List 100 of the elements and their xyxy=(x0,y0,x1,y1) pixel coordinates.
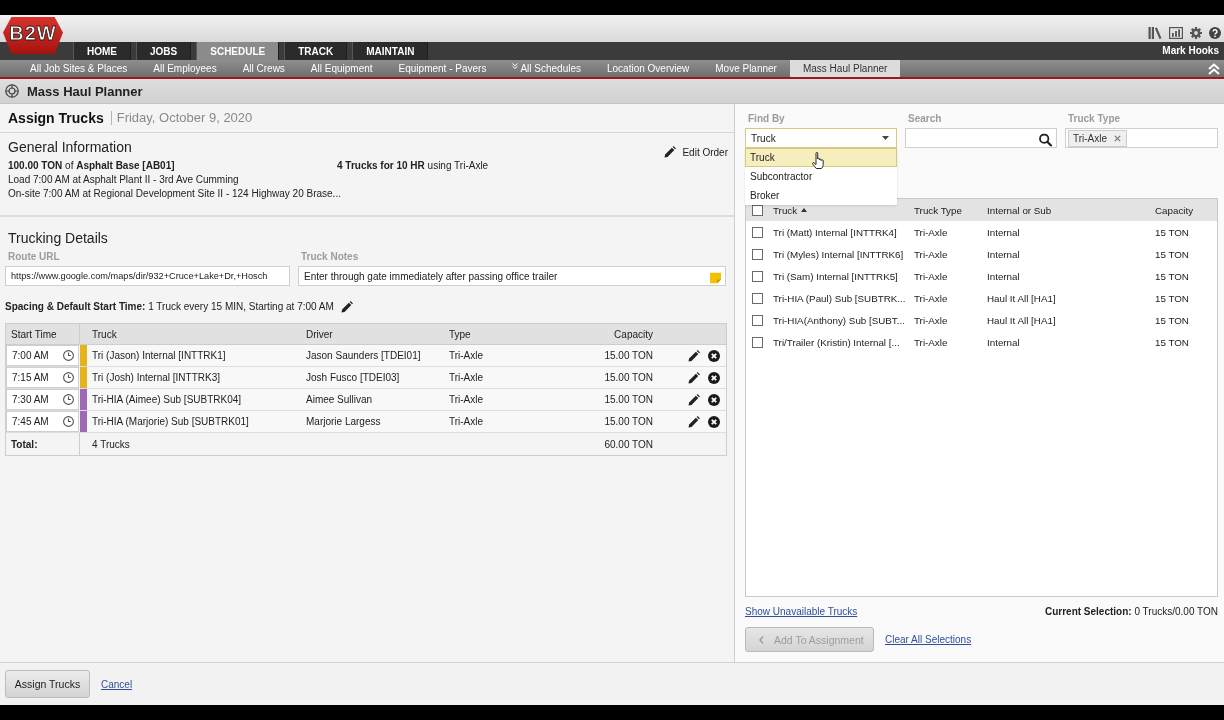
dropdown-option[interactable]: Truck xyxy=(745,148,897,167)
sub-nav-link[interactable]: Mass Haul Planner xyxy=(789,60,901,77)
table-cell: Internal xyxy=(987,226,1020,238)
time-field[interactable]: 7:45 AM xyxy=(6,411,79,432)
time-field[interactable]: 7:00 AM xyxy=(6,345,79,366)
assign-trucks-button[interactable]: Assign Trucks xyxy=(5,670,90,698)
clock-icon[interactable] xyxy=(63,394,74,405)
x-circle-icon[interactable] xyxy=(708,393,720,406)
table-cell: 15 TON xyxy=(1155,270,1189,282)
table-cell-text: Jason Saunders [TDEI01] xyxy=(305,349,422,363)
column-header: Truck xyxy=(91,327,118,342)
column-header: Start Time xyxy=(6,324,80,344)
edit-order-button[interactable]: Edit Order xyxy=(664,146,728,158)
crosshair-icon xyxy=(5,84,19,98)
sub-nav-link[interactable]: All Schedules xyxy=(499,60,594,77)
sub-nav-link[interactable]: Location Overview xyxy=(594,60,703,77)
section-heading: Trucking Details xyxy=(7,230,109,246)
table-cell: Internal xyxy=(987,336,1020,348)
close-icon[interactable] xyxy=(1114,134,1122,142)
table-cell: Tri/Trailer (Kristin) Internal [... xyxy=(773,336,900,348)
pencil-icon[interactable] xyxy=(688,371,700,384)
table-cell: Tri (Matt) Internal [INTTRK4] xyxy=(773,226,897,238)
nav-tab[interactable]: JOBS xyxy=(136,42,192,60)
current-selection-text: Current Selection: 0 Trucks/0.00 TON xyxy=(1044,605,1218,617)
x-circle-icon[interactable] xyxy=(708,415,720,428)
dropdown-option[interactable]: Broker xyxy=(745,186,897,205)
route-url-field[interactable]: https://www.google.com/maps/dir/932+Cruce+Lake+Dr,+Hosch xyxy=(5,266,290,286)
checkbox[interactable] xyxy=(752,226,763,238)
clock-icon[interactable] xyxy=(63,372,74,383)
column-header[interactable]: Truck xyxy=(773,204,808,216)
show-unavailable-link[interactable]: Show Unavailable Trucks xyxy=(745,605,858,617)
table-cell-text: 15.00 TON xyxy=(603,415,654,429)
search-icon[interactable] xyxy=(1039,133,1052,146)
table-cell: Tri (Myles) Internal [INTTRK6] xyxy=(773,248,904,260)
clear-selections-link[interactable]: Clear All Selections xyxy=(885,634,972,645)
nav-tab[interactable]: MAINTAIN xyxy=(352,42,429,60)
table-cell-text: Tri-Axle xyxy=(448,393,485,407)
column-header[interactable]: Capacity xyxy=(1155,204,1194,216)
column-header[interactable]: Truck Type xyxy=(914,204,962,216)
table-cell: Tri (Sam) Internal [INTTRK5] xyxy=(773,270,898,282)
table-cell: 15 TON xyxy=(1155,226,1189,238)
bar-chart-icon[interactable] xyxy=(1169,27,1183,39)
order-summary-text: 4 Trucks for 10 HR using Tri-Axle xyxy=(337,159,490,173)
section-heading: General Information xyxy=(8,139,132,155)
double-chevron-down-icon xyxy=(512,63,519,69)
field-label: Route URL xyxy=(7,251,61,263)
column-header: Driver xyxy=(305,327,334,342)
truck-type-field[interactable]: Tri-Axle xyxy=(1065,128,1218,148)
time-field[interactable]: 7:15 AM xyxy=(6,367,79,388)
clock-icon[interactable] xyxy=(63,350,74,361)
checkbox[interactable] xyxy=(752,336,763,348)
select-all-checkbox[interactable] xyxy=(752,204,763,216)
truck-notes-field[interactable]: Enter through gate immediately after passing office trailer xyxy=(298,266,726,286)
table-cell: 15 TON xyxy=(1155,248,1189,260)
books-icon[interactable] xyxy=(1148,27,1162,39)
x-circle-icon[interactable] xyxy=(708,349,720,362)
search-field[interactable] xyxy=(905,128,1057,148)
checkbox[interactable] xyxy=(752,314,763,326)
checkbox[interactable] xyxy=(752,248,763,260)
field-label: Truck Notes xyxy=(300,251,360,263)
sub-nav-link[interactable]: Equipment - Pavers xyxy=(385,60,500,77)
user-name[interactable]: Mark Hooks xyxy=(1162,42,1224,60)
pencil-icon xyxy=(664,146,677,158)
settings-icon[interactable] xyxy=(1190,27,1202,39)
pencil-icon[interactable] xyxy=(688,393,700,406)
clock-icon[interactable] xyxy=(63,416,74,427)
dropdown-option[interactable]: Subcontractor xyxy=(745,167,897,186)
checkbox[interactable] xyxy=(752,270,763,282)
pencil-icon[interactable] xyxy=(340,301,353,313)
column-header[interactable]: Internal or Sub xyxy=(987,204,1052,216)
cancel-link[interactable]: Cancel xyxy=(101,678,133,690)
time-field[interactable]: 7:30 AM xyxy=(6,389,79,410)
sub-nav-link[interactable]: All Equipment xyxy=(297,60,386,77)
hand-cursor-icon xyxy=(812,152,824,169)
help-icon[interactable] xyxy=(1209,27,1221,39)
sub-nav-link[interactable]: All Job Sites & Places xyxy=(17,60,141,77)
table-cell: 15 TON xyxy=(1155,314,1189,326)
filter-chip[interactable]: Tri-Axle xyxy=(1068,129,1128,147)
sub-nav-link[interactable]: All Crews xyxy=(229,60,298,77)
column-header: Type xyxy=(448,327,472,342)
sub-nav-link[interactable]: All Employees xyxy=(140,60,230,77)
nav-tab[interactable]: HOME xyxy=(73,42,131,60)
checkbox[interactable] xyxy=(752,292,763,304)
chevron-left-icon xyxy=(759,635,764,644)
pencil-icon[interactable] xyxy=(688,415,700,428)
table-cell: Tri-Axle xyxy=(914,292,948,304)
find-by-dropdown[interactable]: Truck xyxy=(745,128,897,148)
table-cell-text: 15.00 TON xyxy=(603,393,654,407)
sub-nav-link[interactable]: Move Planner xyxy=(702,60,790,77)
table-cell: Tri-Axle xyxy=(914,248,948,260)
sort-ascending-icon[interactable] xyxy=(801,208,808,212)
x-circle-icon[interactable] xyxy=(708,371,720,384)
table-cell-text: Tri-Axle xyxy=(448,349,485,363)
spacing-text: Spacing & Default Start Time: 1 Truck every 15 MIN, Starting at 7:00 AM xyxy=(5,301,334,313)
order-detail-text: 100.00 TON of Asphalt Base [AB01] xyxy=(8,159,176,173)
table-cell: Tri-HIA (Paul) Sub [SUBTRK... xyxy=(773,292,906,304)
pencil-icon[interactable] xyxy=(688,349,700,362)
double-chevron-up-icon[interactable] xyxy=(1208,62,1220,75)
nav-tab[interactable]: TRACK xyxy=(284,42,348,60)
table-cell: 15 TON xyxy=(1155,292,1189,304)
